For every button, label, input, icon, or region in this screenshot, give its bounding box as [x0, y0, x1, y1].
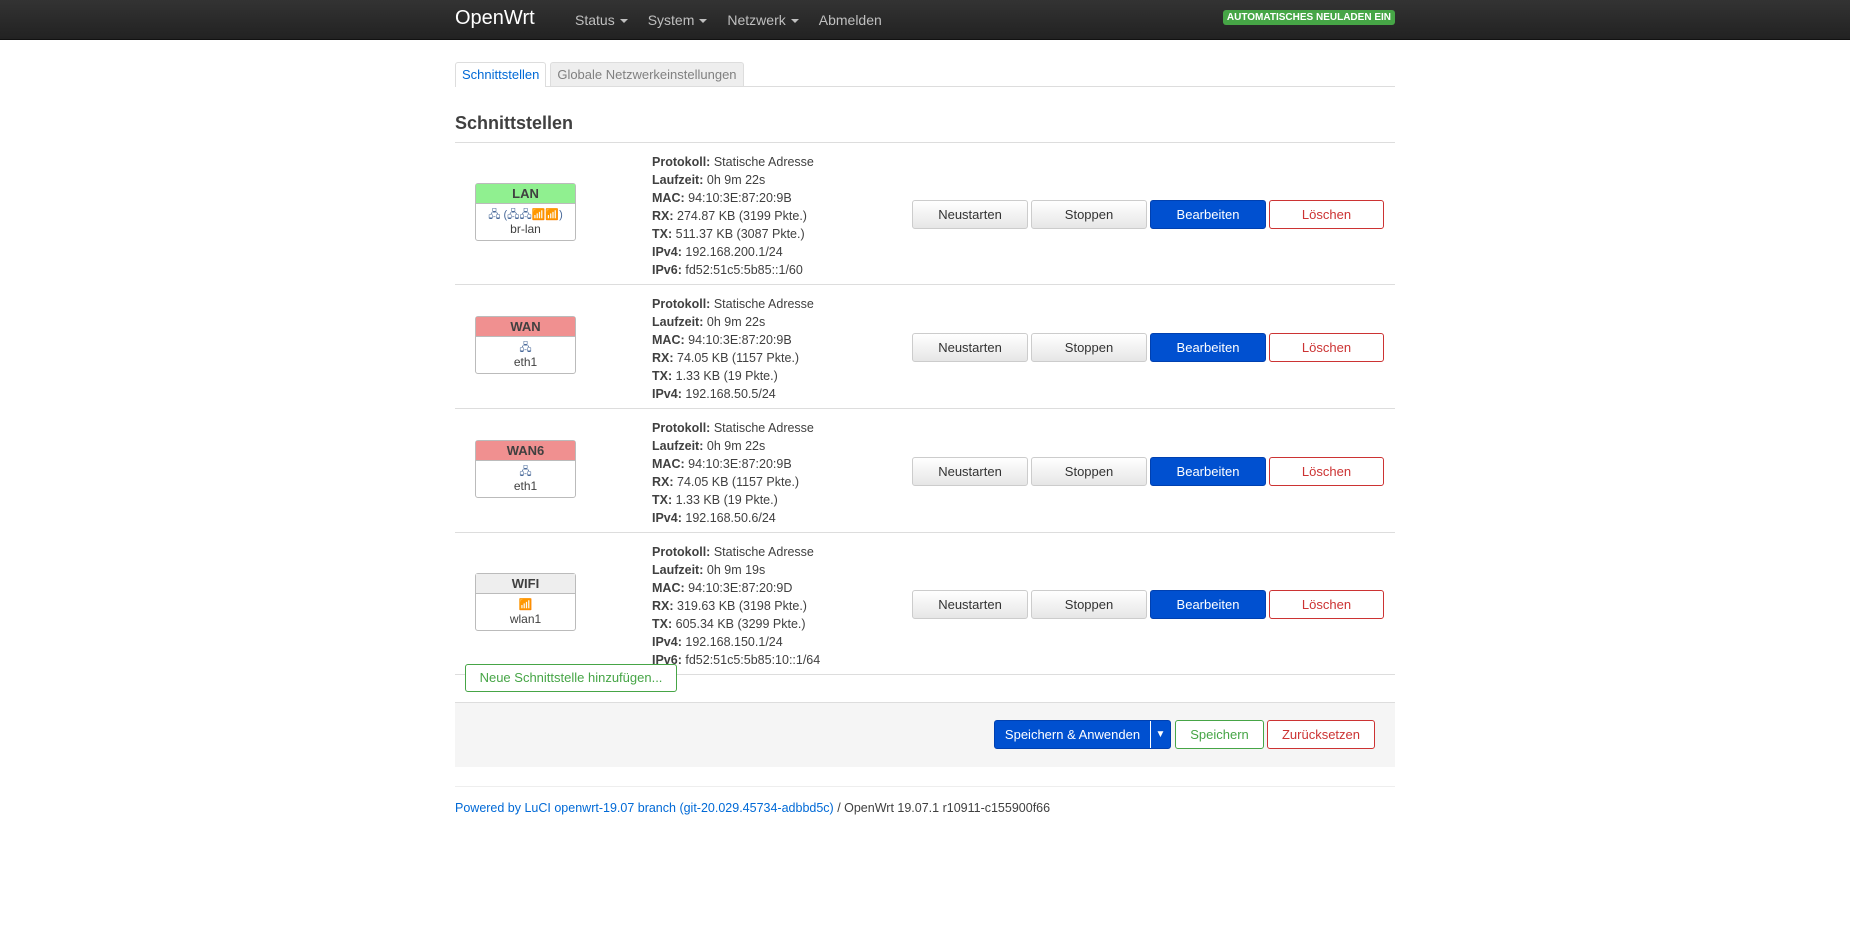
edit-button[interactable]: Bearbeiten	[1150, 589, 1266, 619]
save-button[interactable]: Speichern	[1175, 720, 1264, 749]
interface-row-wifi: WIFI 📶 wlan1 Protokoll: Statische Adresse La…	[455, 533, 1395, 675]
detail-protocol: Protokoll: Statische Adresse	[652, 297, 814, 311]
detail-ipv4: IPv4: 192.168.50.6/24	[652, 511, 776, 525]
interface-name: WAN	[476, 317, 575, 337]
detail-mac: MAC: 94:10:3E:87:20:9D	[652, 581, 793, 595]
restart-button[interactable]: Neustarten	[912, 332, 1028, 362]
detail-uptime: Laufzeit: 0h 9m 22s	[652, 315, 766, 329]
autoreload-badge[interactable]: AUTOMATISCHES NEULADEN EIN	[1222, 10, 1395, 25]
detail-ipv4: IPv4: 192.168.150.1/24	[652, 635, 783, 649]
menu-logout[interactable]: Abmelden	[809, 0, 892, 40]
edit-button[interactable]: Bearbeiten	[1150, 332, 1266, 362]
interface-name: WAN6	[476, 441, 575, 461]
detail-protocol: Protokoll: Statische Adresse	[652, 545, 814, 559]
interface-device: br-lan	[510, 222, 541, 236]
detail-uptime: Laufzeit: 0h 9m 19s	[652, 563, 766, 577]
interface-device: eth1	[513, 355, 538, 369]
detail-mac: MAC: 94:10:3E:87:20:9B	[652, 457, 792, 471]
interface-device: wlan1	[509, 612, 542, 626]
interface-row-wan6: WAN6 🖧 eth1 Protokoll: Statische Adresse Lau…	[455, 409, 1395, 533]
restart-button[interactable]: Neustarten	[912, 589, 1028, 619]
detail-ipv6: IPv6: fd52:51c5:5b85::1/60	[652, 263, 803, 277]
caret-down-icon	[790, 19, 799, 24]
top-navbar: OpenWrt Status System Netzwerk Abmelden …	[0, 0, 1850, 40]
interface-details: Protokoll: Statische Adresse Laufzeit: 0h…	[652, 543, 820, 669]
detail-tx: TX: 511.37 KB (3087 Pkte.)	[652, 227, 805, 241]
version-text: / OpenWrt 19.07.1 r10911-c155900f66	[833, 801, 1051, 815]
network-device-icon: 🖧 (🖧🖧📶📶)	[488, 209, 563, 221]
restart-button[interactable]: Neustarten	[912, 456, 1028, 486]
brand-logo[interactable]: OpenWrt	[455, 7, 535, 30]
delete-button[interactable]: Löschen	[1269, 589, 1384, 619]
main-menu: Status System Netzwerk Abmelden	[565, 0, 892, 40]
detail-tx: TX: 1.33 KB (19 Pkte.)	[652, 493, 778, 507]
dropdown-arrow-icon[interactable]: ▼	[1150, 721, 1170, 748]
edit-button[interactable]: Bearbeiten	[1150, 456, 1266, 486]
delete-button[interactable]: Löschen	[1269, 332, 1384, 362]
detail-uptime: Laufzeit: 0h 9m 22s	[652, 173, 766, 187]
interfaces-table: LAN 🖧 (🖧🖧📶📶) br-lan Protokoll: Statische Ad…	[455, 142, 1395, 675]
stop-button[interactable]: Stoppen	[1031, 589, 1147, 619]
detail-protocol: Protokoll: Statische Adresse	[652, 155, 814, 169]
caret-down-icon	[619, 19, 628, 24]
form-actions: Speichern & Anwenden ▼ Speichern Zurücks…	[455, 702, 1395, 767]
edit-button[interactable]: Bearbeiten	[1150, 199, 1266, 229]
luci-link[interactable]: Powered by LuCI openwrt-19.07 branch (gi…	[455, 801, 834, 815]
interface-actions: Neustarten Stoppen Bearbeiten Löschen	[912, 456, 1387, 486]
caret-down-icon	[699, 19, 708, 24]
stop-button[interactable]: Stoppen	[1031, 332, 1147, 362]
network-device-icon: 📶	[518, 599, 533, 611]
detail-rx: RX: 74.05 KB (1157 Pkte.)	[652, 351, 800, 365]
interface-details: Protokoll: Statische Adresse Laufzeit: 0h…	[652, 153, 814, 279]
interface-details: Protokoll: Statische Adresse Laufzeit: 0h…	[652, 295, 814, 403]
interface-actions: Neustarten Stoppen Bearbeiten Löschen	[912, 332, 1387, 362]
stop-button[interactable]: Stoppen	[1031, 456, 1147, 486]
interface-actions: Neustarten Stoppen Bearbeiten Löschen	[912, 589, 1387, 619]
save-apply-button[interactable]: Speichern & Anwenden ▼	[994, 720, 1171, 749]
reset-button[interactable]: Zurücksetzen	[1267, 720, 1375, 749]
interface-device: eth1	[513, 479, 538, 493]
restart-button[interactable]: Neustarten	[912, 199, 1028, 229]
menu-system[interactable]: System	[638, 0, 718, 40]
detail-rx: RX: 319.63 KB (3198 Pkte.)	[652, 599, 807, 613]
detail-tx: TX: 1.33 KB (19 Pkte.)	[652, 369, 778, 383]
detail-uptime: Laufzeit: 0h 9m 22s	[652, 439, 766, 453]
section-title: Schnittstellen	[455, 113, 574, 133]
tab-bar: Schnittstellen Globale Netzwerkeinstellu…	[455, 62, 1395, 87]
interface-badge[interactable]: LAN 🖧 (🖧🖧📶📶) br-lan	[475, 183, 576, 241]
network-device-icon: 🖧	[519, 466, 532, 478]
interface-details: Protokoll: Statische Adresse Laufzeit: 0h…	[652, 419, 814, 527]
delete-button[interactable]: Löschen	[1269, 456, 1384, 486]
menu-network[interactable]: Netzwerk	[717, 0, 808, 40]
interface-badge[interactable]: WAN6 🖧 eth1	[475, 440, 576, 498]
detail-ipv4: IPv4: 192.168.200.1/24	[652, 245, 783, 259]
detail-mac: MAC: 94:10:3E:87:20:9B	[652, 191, 792, 205]
detail-protocol: Protokoll: Statische Adresse	[652, 421, 814, 435]
detail-rx: RX: 274.87 KB (3199 Pkte.)	[652, 209, 807, 223]
interface-row-lan: LAN 🖧 (🖧🖧📶📶) br-lan Protokoll: Statische Ad…	[455, 143, 1395, 285]
footer: Powered by LuCI openwrt-19.07 branch (gi…	[455, 786, 1395, 815]
network-device-icon: 🖧	[519, 342, 532, 354]
menu-status[interactable]: Status	[565, 0, 638, 40]
interface-badge[interactable]: WIFI 📶 wlan1	[475, 573, 576, 631]
tab-global-network-settings[interactable]: Globale Netzwerkeinstellungen	[550, 62, 744, 86]
detail-ipv4: IPv4: 192.168.50.5/24	[652, 387, 776, 401]
add-interface-button[interactable]: Neue Schnittstelle hinzufügen...	[465, 664, 677, 692]
detail-tx: TX: 605.34 KB (3299 Pkte.)	[652, 617, 806, 631]
interface-actions: Neustarten Stoppen Bearbeiten Löschen	[912, 199, 1387, 229]
delete-button[interactable]: Löschen	[1269, 199, 1384, 229]
tab-interfaces[interactable]: Schnittstellen	[455, 62, 547, 87]
stop-button[interactable]: Stoppen	[1031, 199, 1147, 229]
detail-ipv6: IPv6: fd52:51c5:5b85:10::1/64	[652, 653, 821, 667]
interface-badge[interactable]: WAN 🖧 eth1	[475, 316, 576, 374]
interface-name: LAN	[476, 184, 575, 204]
interface-name: WIFI	[476, 574, 575, 594]
detail-mac: MAC: 94:10:3E:87:20:9B	[652, 333, 792, 347]
detail-rx: RX: 74.05 KB (1157 Pkte.)	[652, 475, 800, 489]
interface-row-wan: WAN 🖧 eth1 Protokoll: Statische Adresse Lauf…	[455, 285, 1395, 409]
